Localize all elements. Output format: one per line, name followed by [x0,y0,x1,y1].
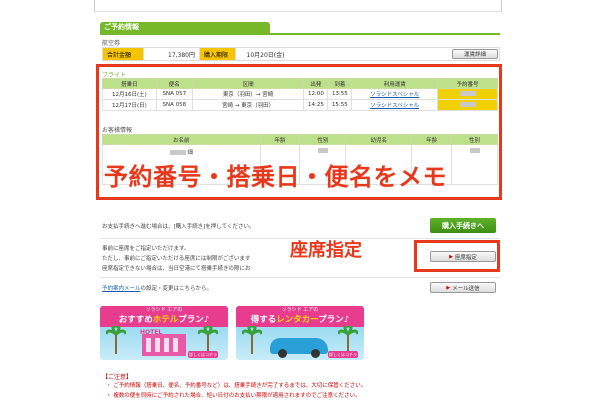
deadline-label: 購入期限 [199,48,235,60]
mail-send-button[interactable]: ▶ メール送信 [430,282,496,293]
total-value: 17,380円 [143,48,199,60]
deadline-value: 10月20日(金) [235,48,295,60]
palm-tree-icon [198,326,218,354]
seat-info-line3: 座席指定できない場合は、当日空港にて搭乗手続きの際にお [102,266,251,272]
palm-tree-icon [242,326,262,354]
purchase-button[interactable]: 購入手続きへ [430,218,496,233]
fare-detail-button[interactable]: 運賃詳細 [452,49,498,59]
notice-line-2: ・ 複数の便を同時にご予約された場合、短い日付のお支払い期限が適用されますのでご… [106,393,361,399]
hotel-building-illustration [142,334,186,356]
rental-car-plan-banner[interactable]: ソラシド エアの 得するレンタカープラン♪ 詳しくはコチラ [236,306,364,360]
hotel-banner-cta[interactable]: 詳しくはコチラ [188,351,218,358]
total-label: 合計金額 [103,48,143,60]
purchase-instruction: お支払手続きへ進む場合は、[購入手続き]を押してください。 [102,224,255,230]
seat-select-button[interactable]: ▶ 座席指定 [430,251,496,262]
seat-annotation: 座席指定 [290,240,362,261]
notice-line-1: ・ ご予約情報（搭乗日、便名、予約番号など）は、搭乗手続きが完了するまでは、大切… [106,383,367,389]
price-bar: 合計金額 17,380円 購入期限 10月20日(金) [102,47,500,61]
top-border [94,0,502,12]
play-arrow-icon: ▶ [449,253,453,260]
seat-info-line2: ただし、事前にご指定いただける座席には制限がございます [102,256,251,262]
section-divider [100,33,500,35]
palm-tree-icon [338,326,358,354]
ticket-label: 航空券 [102,40,121,47]
mail-info: 予約案内メールの設定・変更はこちらから。 [102,286,213,292]
seat-info-line1: 事前に座席をご指定いただけます。 [102,246,190,252]
hotel-banner-brand: ソラシド エアの [100,306,228,314]
section-title: ご予約情報 [100,22,270,33]
car-banner-brand: ソラシド エアの [236,306,364,314]
car-illustration [270,338,328,358]
play-arrow-icon: ▶ [446,284,451,291]
page-frame: ご予約情報 航空券 合計金額 17,380円 購入期限 10月20日(金) 運賃… [94,0,502,400]
mail-settings-link[interactable]: 予約案内メール [102,286,141,292]
divider [100,277,500,278]
memo-annotation: 予約番号・搭乗日・便名をメモ [104,163,447,191]
car-banner-cta[interactable]: 詳しくはコチラ [328,351,358,358]
hotel-plan-banner[interactable]: ソラシド エアの おすすめホテルプラン♪ HOTEL 詳しくはコチラ [100,306,228,360]
notice-title: 【ご注意】 [102,374,133,381]
palm-tree-icon [106,326,126,354]
